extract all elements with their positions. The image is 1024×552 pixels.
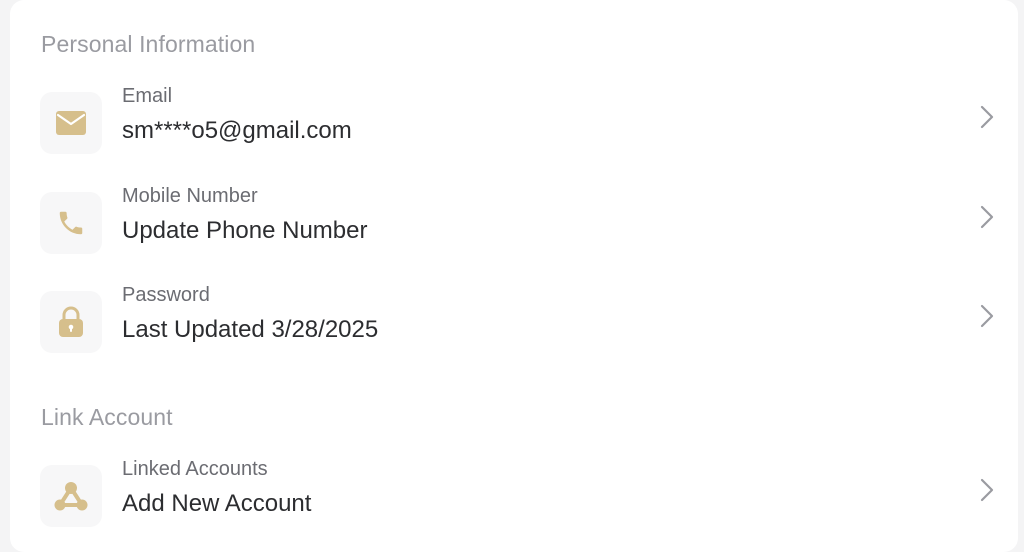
linked-accounts-row[interactable]: Linked Accounts Add New Account [40, 457, 998, 537]
chevron-right-icon [980, 105, 994, 129]
email-row[interactable]: Email sm****o5@gmail.com [40, 84, 998, 164]
chevron-right-icon [980, 478, 994, 502]
section-title-link-account: Link Account [41, 404, 173, 430]
linked-accounts-icon-tile [40, 465, 102, 527]
share-nodes-icon [54, 482, 88, 511]
email-value: sm****o5@gmail.com [122, 117, 352, 144]
section-title-personal-information: Personal Information [41, 31, 256, 57]
password-row[interactable]: Password Last Updated 3/28/2025 [40, 283, 998, 363]
chevron-right-icon [980, 205, 994, 229]
linked-accounts-label: Linked Accounts [122, 458, 268, 480]
account-settings-card: Personal Information Email sm****o5@gmai… [10, 0, 1018, 552]
mobile-icon-tile [40, 192, 102, 254]
password-value: Last Updated 3/28/2025 [122, 316, 379, 343]
mobile-number-label: Mobile Number [122, 185, 258, 207]
mobile-number-value: Update Phone Number [122, 217, 368, 244]
lock-icon [59, 306, 83, 337]
email-icon-tile [40, 92, 102, 154]
password-icon-tile [40, 291, 102, 353]
phone-icon [59, 211, 83, 235]
chevron-right-icon [980, 304, 994, 328]
mobile-number-row[interactable]: Mobile Number Update Phone Number [40, 184, 998, 264]
password-label: Password [122, 284, 210, 306]
mail-icon [56, 111, 86, 135]
email-label: Email [122, 85, 173, 107]
linked-accounts-value: Add New Account [122, 490, 312, 517]
